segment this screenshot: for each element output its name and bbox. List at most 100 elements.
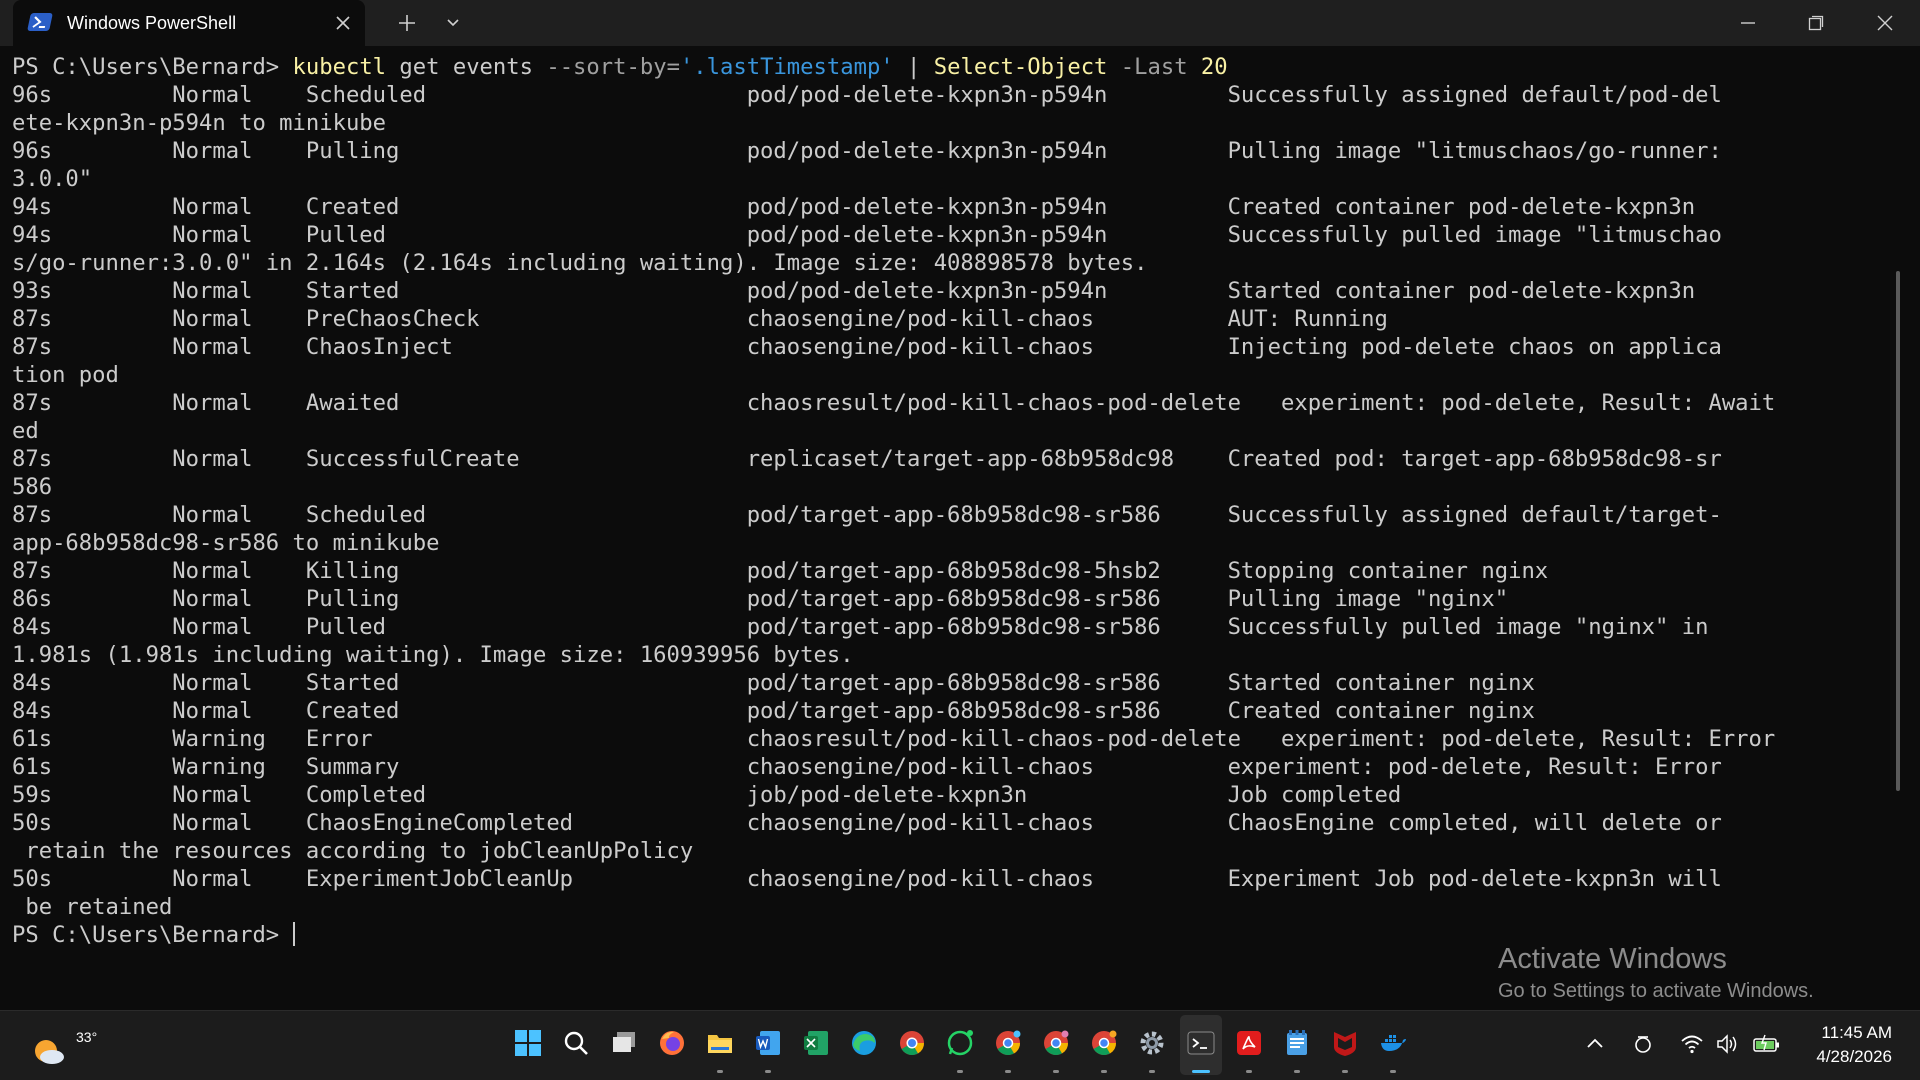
event-line: be retained	[12, 894, 173, 920]
title-bar: Windows PowerShell	[0, 0, 1920, 46]
event-line: 94s Normal Pulled pod/pod-delete-kxpn3n-…	[12, 222, 1722, 248]
event-line: app-68b958dc98-sr586 to minikube	[12, 530, 440, 556]
show-hidden-icons-button[interactable]	[1581, 1029, 1611, 1063]
activate-windows-watermark: Activate Windows Go to Settings to activ…	[1498, 942, 1814, 1006]
start-icon	[515, 1030, 541, 1056]
running-indicator	[717, 1070, 723, 1073]
event-line: ete-kxpn3n-p594n to minikube	[12, 110, 387, 136]
event-line: 93s Normal Started pod/pod-delete-kxpn3n…	[12, 278, 1696, 304]
start-button[interactable]	[508, 1023, 548, 1067]
chrome-profile-2-icon	[996, 1030, 1021, 1056]
new-tab-button[interactable]	[384, 0, 430, 46]
clock-time: 11:45 AM	[1821, 1023, 1892, 1042]
close-tab-icon[interactable]	[331, 11, 355, 35]
taskbar-docker[interactable]	[1373, 1023, 1413, 1073]
network-tray[interactable]	[1677, 1029, 1707, 1063]
running-indicator	[1053, 1070, 1059, 1073]
activate-windows-subtitle: Go to Settings to activate Windows.	[1498, 980, 1814, 1002]
onedrive-tray[interactable]	[1629, 1029, 1659, 1063]
search-button[interactable]	[556, 1023, 596, 1067]
event-line: 3.0.0"	[12, 166, 93, 192]
taskbar-notepad[interactable]	[1277, 1023, 1317, 1073]
event-line: 87s Normal Killing pod/target-app-68b958…	[12, 558, 1549, 584]
running-indicator	[765, 1070, 771, 1073]
event-line: 87s Normal SuccessfulCreate replicaset/t…	[12, 446, 1722, 472]
event-line: 87s Normal Awaited chaosresult/pod-kill-…	[12, 390, 1776, 416]
docker-icon	[1381, 1035, 1406, 1051]
event-line: ed	[12, 418, 39, 444]
acrobat-icon	[1237, 1031, 1261, 1055]
taskbar-acrobat[interactable]	[1229, 1023, 1269, 1073]
command-pipe: |	[893, 54, 934, 80]
event-line: 87s Normal PreChaosCheck chaosengine/pod…	[12, 306, 1388, 332]
scrollbar[interactable]	[1896, 271, 1900, 791]
running-indicator	[1005, 1070, 1011, 1073]
volume-icon	[1717, 1034, 1737, 1054]
event-line: retain the resources according to jobCle…	[12, 838, 694, 864]
event-line: 96s Normal Pulling pod/pod-delete-kxpn3n…	[12, 138, 1722, 164]
taskbar-excel[interactable]	[796, 1023, 836, 1067]
tab-dropdown-button[interactable]	[430, 0, 476, 46]
command-value-sort: '.lastTimestamp'	[679, 54, 894, 80]
taskbar-chrome[interactable]	[892, 1023, 932, 1067]
volume-tray[interactable]	[1713, 1029, 1743, 1063]
close-window-button[interactable]	[1862, 0, 1908, 46]
taskbar: 33° 11:45 AM 4/28/2026	[0, 1010, 1920, 1080]
taskbar-chrome-profile-2[interactable]	[988, 1023, 1028, 1073]
taskbar-settings[interactable]	[1132, 1023, 1172, 1073]
taskbar-chrome-profile-4[interactable]	[1084, 1023, 1124, 1073]
minimize-button[interactable]	[1725, 0, 1771, 46]
taskbar-terminal[interactable]	[1181, 1023, 1221, 1073]
clock-date: 4/28/2026	[1816, 1047, 1892, 1066]
onedrive-icon	[1635, 1036, 1651, 1053]
event-line: 87s Normal Scheduled pod/target-app-68b9…	[12, 502, 1722, 528]
command-kubectl: kubectl	[292, 54, 387, 80]
close-window-icon	[1877, 15, 1893, 31]
weather-temperature: 33°	[76, 1029, 98, 1045]
event-line: 84s Normal Started pod/target-app-68b958…	[12, 670, 1535, 696]
event-line: 86s Normal Pulling pod/target-app-68b958…	[12, 586, 1509, 612]
event-line: tion pod	[12, 362, 119, 388]
word-icon	[756, 1031, 780, 1055]
system-clock[interactable]: 11:45 AM 4/28/2026	[1816, 1021, 1892, 1069]
event-line: 586	[12, 474, 53, 500]
powershell-icon	[27, 13, 53, 31]
taskbar-whatsapp[interactable]	[940, 1023, 980, 1073]
edge-icon	[852, 1031, 876, 1055]
command-select-object: Select-Object	[933, 54, 1108, 80]
taskbar-edge[interactable]	[844, 1023, 884, 1067]
event-line: 96s Normal Scheduled pod/pod-delete-kxpn…	[12, 82, 1722, 108]
mcafee-icon	[1334, 1032, 1356, 1056]
running-indicator	[1101, 1070, 1107, 1073]
taskbar-mcafee[interactable]	[1325, 1023, 1365, 1073]
terminal-pane[interactable]: PS C:\Users\Bernard> kubectl get events …	[0, 46, 1904, 1010]
event-line: 84s Normal Created pod/target-app-68b958…	[12, 698, 1535, 724]
event-lines: 96s Normal Scheduled pod/pod-delete-kxpn…	[12, 82, 1775, 920]
running-indicator	[1390, 1070, 1396, 1073]
task-view-button[interactable]	[604, 1023, 644, 1067]
settings-icon	[1140, 1031, 1164, 1055]
minimize-icon	[1741, 22, 1755, 24]
restore-button[interactable]	[1793, 0, 1839, 46]
chrome-profile-4-icon	[1092, 1030, 1117, 1056]
battery-tray[interactable]	[1750, 1029, 1780, 1063]
dropdown-icon	[447, 19, 459, 27]
event-line: 87s Normal ChaosInject chaosengine/pod-k…	[12, 334, 1722, 360]
event-line: 61s Warning Error chaosresult/pod-kill-c…	[12, 726, 1776, 752]
event-line: 84s Normal Pulled pod/target-app-68b958d…	[12, 614, 1709, 640]
command-param-sort: --sort-by=	[546, 54, 680, 80]
taskbar-firefox[interactable]	[652, 1023, 692, 1067]
taskbar-chrome-profile-3[interactable]	[1036, 1023, 1076, 1073]
taskbar-word[interactable]	[748, 1023, 788, 1073]
weather-icon	[35, 1040, 64, 1064]
taskbar-file-explorer[interactable]	[700, 1023, 740, 1073]
battery-icon	[1753, 1034, 1779, 1052]
notepad-icon	[1287, 1030, 1307, 1055]
excel-icon	[804, 1031, 828, 1055]
whatsapp-icon	[947, 1030, 973, 1056]
running-indicator	[1294, 1070, 1300, 1073]
file-explorer-icon	[708, 1035, 732, 1053]
weather-widget[interactable]: 33°	[28, 1019, 97, 1073]
tab-windows-powershell[interactable]: Windows PowerShell	[13, 0, 365, 46]
command-value-last: 20	[1200, 54, 1228, 80]
